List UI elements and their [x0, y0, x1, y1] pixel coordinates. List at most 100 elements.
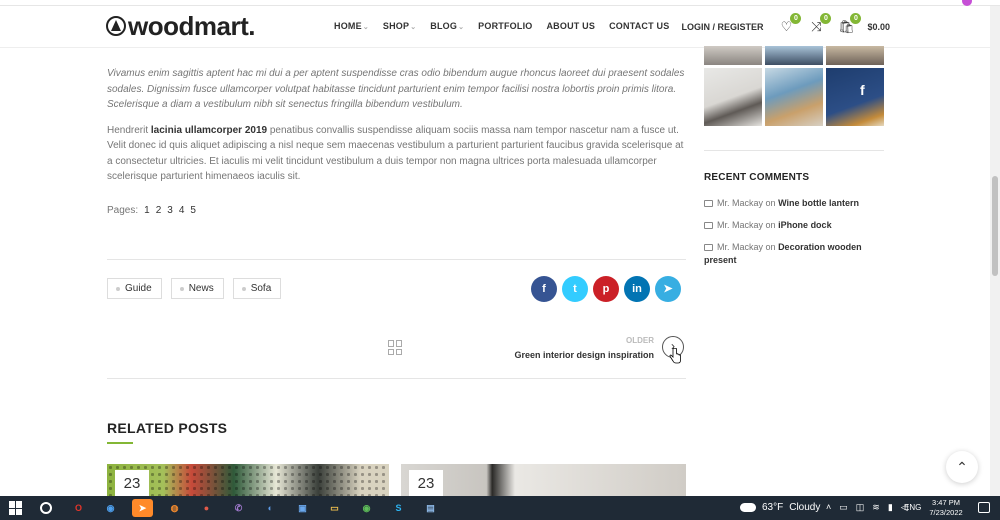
windows-start-icon[interactable]: [9, 501, 23, 515]
cart-total[interactable]: $0.00: [867, 22, 890, 32]
pagination: Pages: 1 2 3 4 5: [107, 205, 196, 216]
nav-home[interactable]: HOME⌄: [334, 21, 369, 31]
divider: [107, 259, 686, 260]
tag-sofa[interactable]: Sofa: [232, 278, 282, 299]
app-red-icon[interactable]: ●: [196, 499, 217, 517]
instagram-gallery: f: [704, 46, 884, 126]
bold-phrase: lacinia ullamcorper 2019: [150, 124, 268, 136]
weather-temp: 63°F: [762, 502, 784, 513]
clock-date: 7/23/2022: [929, 508, 963, 517]
older-label: OLDER: [626, 336, 654, 345]
wishlist-heart-icon[interactable]: ♡ 0: [777, 13, 802, 35]
pinterest-icon[interactable]: p: [593, 276, 619, 302]
chevron-down-icon: ⌄: [458, 24, 465, 31]
cloud-icon: [740, 503, 756, 512]
page-scrollbar[interactable]: [990, 6, 1000, 496]
telegram-app-icon[interactable]: ➤: [132, 499, 153, 517]
scroll-to-top-button[interactable]: ⌃: [946, 451, 978, 483]
sidebar-divider: [704, 150, 884, 151]
twitter-icon[interactable]: t: [562, 276, 588, 302]
pages-label: Pages:: [107, 205, 139, 216]
facebook-icon[interactable]: f: [531, 276, 557, 302]
weather-text: Cloudy: [789, 502, 821, 513]
article-paragraph: Hendrerit lacinia ullamcorper 2019 penat…: [107, 124, 684, 183]
gallery-thumb[interactable]: [704, 46, 762, 65]
post-tags: Guide News Sofa: [107, 278, 282, 299]
logo[interactable]: woodmart.: [106, 12, 255, 40]
page-4-link[interactable]: 4: [179, 205, 185, 216]
app-window-icon[interactable]: ▣: [292, 499, 313, 517]
wishlist-count: 0: [790, 13, 802, 24]
recent-comments-title: RECENT COMMENTS: [704, 172, 810, 183]
recent-comments-list: Mr. Mackay on Wine bottle lantern Mr. Ma…: [704, 197, 884, 276]
dot-icon: [179, 286, 184, 291]
comment-item: Mr. Mackay on Wine bottle lantern: [704, 197, 884, 210]
search-icon[interactable]: [40, 502, 52, 514]
page-3-link[interactable]: 3: [167, 205, 173, 216]
comment-bubble-icon: [704, 244, 713, 251]
comment-post-link[interactable]: iPhone dock: [778, 220, 832, 230]
tag-news[interactable]: News: [170, 278, 224, 299]
viber-icon[interactable]: ✆: [228, 499, 249, 517]
older-post-link[interactable]: Green interior design inspiration: [480, 350, 654, 360]
opera-icon[interactable]: O: [68, 499, 89, 517]
related-posts-title: RELATED POSTS: [107, 420, 228, 436]
monitor-icon[interactable]: ▭: [839, 502, 848, 513]
comment-post-link[interactable]: Wine bottle lantern: [778, 198, 859, 208]
chrome-2-icon[interactable]: ◉: [356, 499, 377, 517]
cart-bag-icon[interactable]: 🛍 0: [837, 13, 862, 35]
nav-shop[interactable]: SHOP⌄: [383, 21, 416, 31]
logo-text: woodmart.: [128, 11, 255, 41]
nav-blog[interactable]: BLOG⌄: [430, 21, 464, 31]
network-icon[interactable]: ◫: [856, 502, 865, 513]
cart-count: 0: [850, 13, 862, 24]
language-indicator[interactable]: ENG: [904, 503, 921, 512]
article-content: Vivamus enim sagittis aptent hac mi dui …: [107, 66, 687, 185]
all-posts-grid-icon[interactable]: [388, 340, 403, 355]
login-register-link[interactable]: LOGIN / REGISTER: [681, 22, 763, 32]
nav-about-us[interactable]: ABOUT US: [546, 21, 595, 31]
telegram-icon[interactable]: ➤: [655, 276, 681, 302]
compare-count: 0: [820, 13, 832, 24]
related-post-card[interactable]: 23: [107, 464, 389, 496]
tag-guide[interactable]: Guide: [107, 278, 162, 299]
gallery-thumb[interactable]: [826, 46, 884, 65]
app-doc-icon[interactable]: ▤: [420, 499, 441, 517]
comment-bubble-icon: [704, 200, 713, 207]
comment-item: Mr. Mackay on Decoration wooden present: [704, 242, 862, 265]
header-tools: LOGIN / REGISTER ♡ 0 ⤨ 0 🛍 0 $0.00: [681, 13, 890, 35]
divider: [107, 378, 686, 379]
related-post-card[interactable]: 23: [401, 464, 686, 496]
clock-time: 3:47 PM: [932, 498, 960, 507]
clock[interactable]: 3:47 PM 7/23/2022: [924, 498, 968, 518]
chrome-icon[interactable]: ◉: [100, 499, 121, 517]
wifi-icon[interactable]: ≋: [872, 502, 880, 513]
file-explorer-icon[interactable]: ▭: [324, 499, 345, 517]
page-2-link[interactable]: 2: [156, 205, 162, 216]
gallery-thumb[interactable]: f: [826, 68, 884, 126]
title-underline: [107, 442, 133, 444]
nav-contact-us[interactable]: CONTACT US: [609, 21, 669, 31]
skype-icon[interactable]: S: [388, 499, 409, 517]
firefox-icon[interactable]: ◍: [164, 499, 185, 517]
article-quote: Vivamus enim sagittis aptent hac mi dui …: [107, 68, 685, 110]
compare-arrows-icon[interactable]: ⤨ 0: [807, 13, 832, 35]
gallery-thumb[interactable]: [765, 68, 823, 126]
chevron-up-icon[interactable]: ˄: [826, 502, 831, 513]
nav-portfolio[interactable]: PORTFOLIO: [478, 21, 532, 31]
share-buttons: f t p in ➤: [531, 276, 681, 302]
linkedin-icon[interactable]: in: [624, 276, 650, 302]
scrollbar-thumb[interactable]: [992, 176, 998, 276]
gallery-thumb[interactable]: [704, 68, 762, 126]
dot-icon: [241, 286, 246, 291]
notification-icon[interactable]: [978, 502, 990, 513]
dot-icon: [116, 286, 120, 291]
gallery-thumb[interactable]: [765, 46, 823, 65]
weather-widget[interactable]: 63°F Cloudy: [740, 502, 820, 513]
page-1-current: 1: [144, 205, 150, 216]
facebook-letter: f: [860, 82, 865, 98]
post-date-badge: 23: [409, 470, 443, 496]
battery-icon[interactable]: ▮: [888, 502, 893, 513]
app-blue-icon[interactable]: ◐: [260, 499, 281, 517]
page-5-link[interactable]: 5: [190, 205, 196, 216]
